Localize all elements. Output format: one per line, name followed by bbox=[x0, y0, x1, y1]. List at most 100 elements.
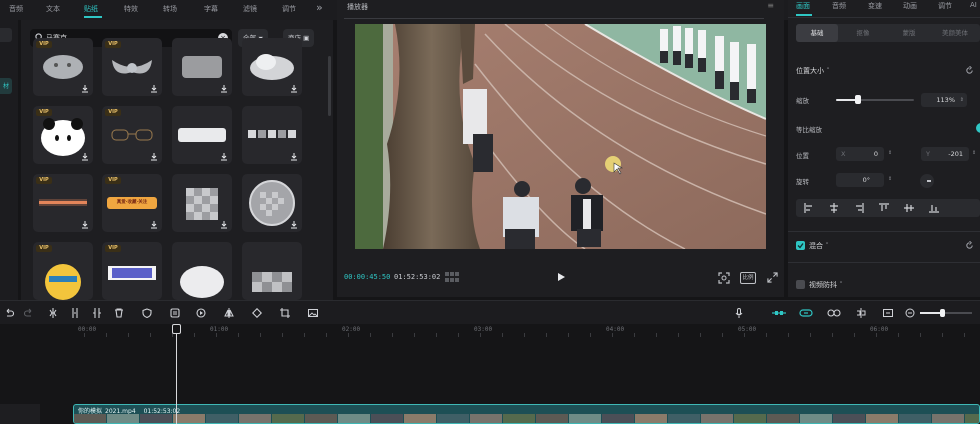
prop-tab-speed[interactable]: 变速 bbox=[868, 1, 882, 11]
stepper-icon[interactable]: ⇕ bbox=[972, 150, 976, 156]
freeze-icon[interactable] bbox=[170, 308, 180, 318]
sticker-pixel-circle[interactable] bbox=[242, 174, 302, 232]
tab-adjust[interactable]: 调节 bbox=[282, 4, 296, 14]
align-right-icon[interactable] bbox=[854, 203, 864, 213]
prop-tab-adjust[interactable]: 调节 bbox=[938, 1, 952, 11]
zoom-out-icon[interactable] bbox=[905, 308, 915, 318]
prop-tab-anim[interactable]: 动画 bbox=[903, 1, 917, 11]
tab-stickers[interactable]: 贴纸 bbox=[84, 4, 98, 14]
download-icon[interactable] bbox=[150, 85, 158, 93]
scale-value-field[interactable]: 113% ⇕ bbox=[921, 93, 967, 107]
uniform-scale-toggle[interactable] bbox=[976, 123, 980, 133]
stabilize-checkbox[interactable] bbox=[796, 280, 805, 289]
expand-icon[interactable] bbox=[767, 272, 778, 283]
section-position-size[interactable]: 位置大小 ˄ bbox=[796, 66, 830, 76]
rail-item[interactable] bbox=[0, 28, 12, 42]
split-left-icon[interactable] bbox=[70, 308, 80, 318]
tab-filters[interactable]: 滤镜 bbox=[243, 4, 257, 14]
download-icon[interactable] bbox=[220, 221, 228, 229]
stabilize-section[interactable]: 视频防抖 ˅ bbox=[809, 280, 843, 290]
sticker-rect-blur[interactable] bbox=[172, 38, 232, 96]
tab-text[interactable]: 文本 bbox=[46, 4, 60, 14]
sticker-soft-blur[interactable] bbox=[172, 242, 232, 300]
sticker-pixel-square[interactable] bbox=[172, 174, 232, 232]
rotation-dial-icon[interactable] bbox=[920, 174, 934, 188]
more-tabs-icon[interactable]: » bbox=[316, 1, 323, 14]
split-right-icon[interactable] bbox=[92, 308, 102, 318]
download-icon[interactable] bbox=[220, 85, 228, 93]
download-icon[interactable] bbox=[290, 85, 298, 93]
blend-section[interactable]: 混合 ˅ bbox=[809, 241, 829, 251]
mirror-icon[interactable] bbox=[224, 308, 234, 318]
position-x-field[interactable]: X 0 bbox=[836, 147, 884, 161]
image-icon[interactable] bbox=[308, 308, 318, 318]
tab-subtitles[interactable]: 字幕 bbox=[204, 4, 218, 14]
rail-item-active[interactable]: 材 bbox=[0, 78, 12, 94]
sticker-cloud-blur[interactable] bbox=[242, 38, 302, 96]
sticker-panda-face[interactable]: VIP bbox=[33, 106, 93, 164]
tab-transitions[interactable]: 转场 bbox=[163, 4, 177, 14]
download-icon[interactable] bbox=[290, 221, 298, 229]
sticker-pixel-bar[interactable] bbox=[242, 106, 302, 164]
zoom-slider-knob[interactable] bbox=[940, 309, 945, 317]
video-preview[interactable] bbox=[355, 24, 766, 249]
shield-icon[interactable] bbox=[142, 308, 152, 318]
link-main-track-icon[interactable] bbox=[772, 308, 786, 318]
download-icon[interactable] bbox=[220, 153, 228, 161]
sticker-glow-bar[interactable]: VIP bbox=[33, 174, 93, 232]
seg-beauty[interactable]: 美颜美体 bbox=[934, 24, 976, 42]
fullscreen-crop-icon[interactable] bbox=[718, 272, 730, 284]
align-bottom-icon[interactable] bbox=[929, 203, 939, 213]
sticker-tag-banner[interactable]: 真爱·收藏·关注 VIP bbox=[102, 174, 162, 232]
rotation-field[interactable]: 0° bbox=[836, 173, 884, 187]
prop-tab-audio[interactable]: 音频 bbox=[832, 1, 846, 11]
blend-checkbox[interactable] bbox=[796, 241, 805, 250]
sticker-cat-mosaic[interactable]: VIP bbox=[33, 38, 93, 96]
crop-icon[interactable] bbox=[280, 308, 290, 318]
prop-tab-picture[interactable]: 画面 bbox=[796, 1, 810, 11]
sticker-pixel-glasses[interactable]: VIP bbox=[102, 242, 162, 300]
stepper-icon[interactable]: ⇕ bbox=[888, 176, 892, 182]
grid-icon[interactable] bbox=[445, 272, 459, 282]
caption-icon[interactable] bbox=[883, 308, 893, 318]
split-icon[interactable] bbox=[48, 308, 58, 318]
download-icon[interactable] bbox=[81, 153, 89, 161]
microphone-icon[interactable] bbox=[734, 308, 744, 318]
align-center-h-icon[interactable] bbox=[829, 203, 839, 213]
reset-icon[interactable] bbox=[965, 66, 974, 75]
rotate-icon[interactable] bbox=[252, 308, 262, 318]
align-top-icon[interactable] bbox=[879, 203, 889, 213]
magnet-icon[interactable] bbox=[799, 308, 813, 318]
download-icon[interactable] bbox=[290, 153, 298, 161]
sticker-sun-face[interactable]: VIP bbox=[33, 242, 93, 300]
sticker-bow-mosaic[interactable]: VIP bbox=[102, 38, 162, 96]
play-icon[interactable] bbox=[556, 272, 566, 282]
download-icon[interactable] bbox=[81, 85, 89, 93]
position-y-field[interactable]: Y -201 bbox=[921, 147, 969, 161]
ratio-button[interactable]: 比例 bbox=[740, 272, 756, 284]
player-menu-icon[interactable]: ≡ bbox=[767, 1, 774, 10]
delete-icon[interactable] bbox=[114, 308, 124, 318]
seg-cutout[interactable]: 抠像 bbox=[842, 24, 884, 42]
reset-icon[interactable] bbox=[965, 241, 974, 250]
tab-effects[interactable]: 特效 bbox=[124, 4, 138, 14]
linkage-icon[interactable] bbox=[827, 308, 841, 318]
sticker-scrollbar[interactable] bbox=[328, 56, 331, 116]
playhead[interactable] bbox=[172, 324, 181, 334]
play-circle-icon[interactable] bbox=[196, 308, 206, 318]
scale-slider-knob[interactable] bbox=[854, 95, 861, 104]
sticker-pixel-block[interactable] bbox=[242, 242, 302, 300]
preview-axis-icon[interactable] bbox=[856, 308, 866, 318]
seg-basic[interactable]: 基础 bbox=[796, 24, 838, 42]
video-clip[interactable]: 你的模拟_2021.mp4 01:52:53:02 bbox=[73, 404, 980, 424]
undo-icon[interactable] bbox=[4, 308, 14, 318]
download-icon[interactable] bbox=[150, 153, 158, 161]
align-left-icon[interactable] bbox=[804, 203, 814, 213]
sticker-glasses[interactable]: VIP bbox=[102, 106, 162, 164]
sticker-bar-blur[interactable] bbox=[172, 106, 232, 164]
seg-mask[interactable]: 蒙版 bbox=[888, 24, 930, 42]
prop-tab-ai[interactable]: AI bbox=[970, 1, 977, 9]
align-center-v-icon[interactable] bbox=[904, 203, 914, 213]
download-icon[interactable] bbox=[81, 221, 89, 229]
timeline-ruler[interactable]: 00:00 01:00 02:00 03:00 04:00 05:00 06:0… bbox=[0, 324, 980, 338]
